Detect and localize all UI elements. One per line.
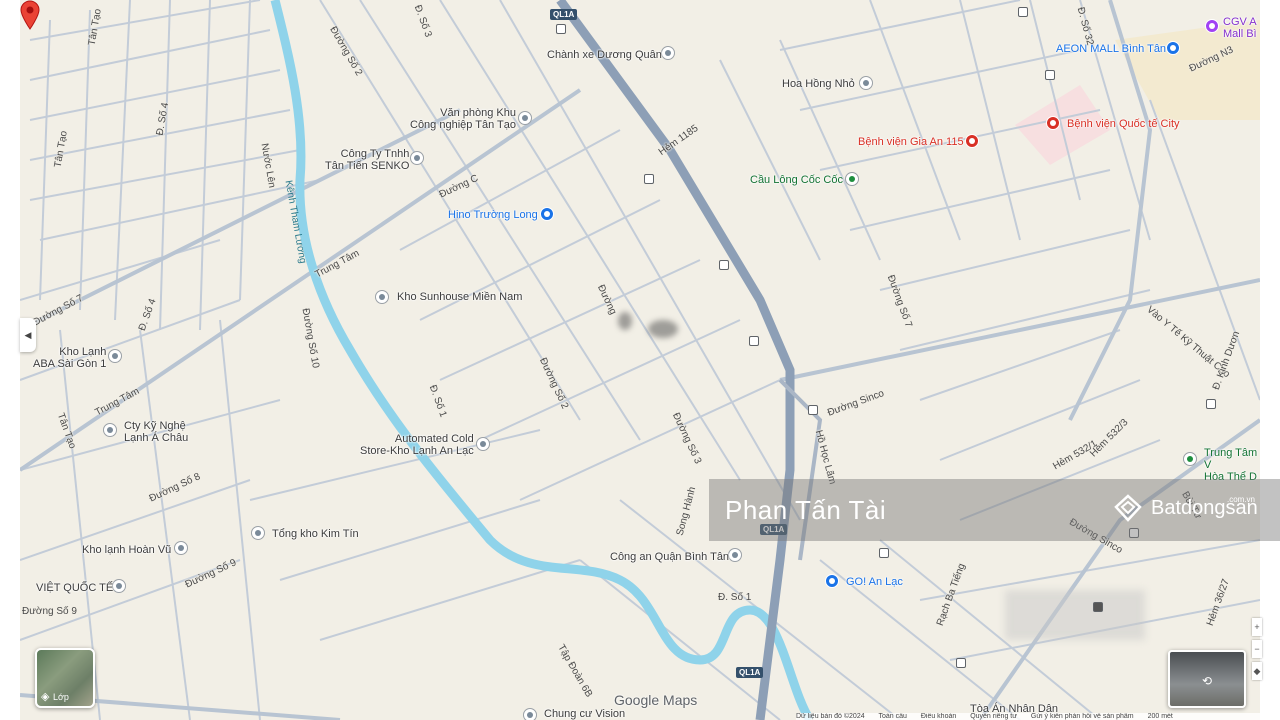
hospital-city-pin-icon[interactable] — [1046, 116, 1060, 130]
poi-cgv-label[interactable]: CGV A Mall Bì — [1223, 16, 1257, 40]
terms-link[interactable]: Điều khoản — [921, 713, 956, 720]
bus-stop-icon[interactable] — [879, 548, 889, 558]
bus-stop-icon[interactable] — [1045, 70, 1055, 80]
pegman-icon: ⟲ — [1202, 674, 1213, 688]
poi-aeon-label[interactable]: AEON MALL Bình Tân — [1056, 43, 1166, 55]
factory-pin-icon[interactable] — [103, 423, 117, 437]
bus-stop-icon[interactable] — [808, 405, 818, 415]
watermark-name: Phan Tấn Tài — [725, 495, 887, 525]
bus-stop-icon[interactable] — [956, 658, 966, 668]
layers-icon: ◈ — [41, 691, 50, 703]
lock-pin-icon[interactable] — [540, 207, 554, 221]
poi-chanh-xe-label[interactable]: Chành xe Dương Quân — [547, 49, 662, 61]
poi-a-chau-text: Cty Kỹ Nghệ Lạnh Á Châu — [124, 420, 189, 444]
bus-stop-pin-icon[interactable] — [661, 46, 675, 60]
poi-hoan-vu-label[interactable]: Kho lạnh Hoàn Vũ — [82, 544, 171, 556]
sports-pin-icon[interactable] — [845, 172, 859, 186]
poi-cgv-text: CGV A Mall Bì — [1223, 16, 1257, 40]
poi-senko-text: Công Ty Tnhh Tân Tiến SENKO — [325, 148, 410, 172]
scale-label[interactable]: 200 mét — [1148, 713, 1173, 720]
poi-sunhouse-label[interactable]: Kho Sunhouse Miền Nam — [397, 291, 522, 303]
poi-van-phong-label[interactable]: Văn phòng Khu Công nghiệp Tân Tạo — [410, 107, 516, 131]
destination-pin-icon[interactable] — [20, 0, 40, 30]
attribution-bar: Dữ liệu bản đồ ©2024 Toàn cầu Điều khoản… — [796, 713, 1260, 720]
shopping-pin-icon[interactable] — [1166, 41, 1180, 55]
zoom-in-button[interactable]: + — [1252, 618, 1262, 636]
road-label: Đường Số 9 — [22, 606, 77, 617]
bus-stop-icon[interactable] — [1206, 399, 1216, 409]
depot-pin-icon[interactable] — [251, 526, 265, 540]
layers-label: Lớp — [53, 692, 69, 702]
poi-van-phong-text: Văn phòng Khu Công nghiệp Tân Tạo — [410, 107, 517, 131]
cold-storage-pin-icon[interactable] — [108, 349, 122, 363]
poi-viet-quoc-te-label[interactable]: VIỆT QUỐC TẾ — [36, 582, 113, 594]
privacy-link[interactable]: Quyền riêng tư — [970, 713, 1017, 720]
global-link[interactable]: Toàn cầu — [878, 713, 906, 720]
poi-aba-label[interactable]: Kho Lạnh ABA Sài Gòn 1 — [33, 346, 106, 370]
bus-stop-icon[interactable] — [644, 174, 654, 184]
layers-button[interactable]: ◈ Lớp — [35, 648, 95, 708]
cart-pin-icon[interactable] — [825, 574, 839, 588]
cinema-pin-icon[interactable] — [1205, 19, 1219, 33]
place-pin-icon[interactable] — [859, 76, 873, 90]
blurred-area — [1005, 590, 1145, 640]
poi-senko-label[interactable]: Công Ty Tnhh Tân Tiến SENKO — [325, 148, 409, 172]
blurred-marker — [648, 320, 678, 338]
poi-trung-tam-text: Trung Tâm V Hòa Thể D — [1204, 447, 1258, 483]
highway-shield: QL1A — [736, 667, 764, 678]
batdongsan-logo-icon — [1114, 494, 1142, 522]
poi-hino-label[interactable]: Hino Trường Long — [448, 209, 538, 221]
poi-a-chau-label[interactable]: Cty Kỹ Nghệ Lạnh Á Châu — [124, 420, 188, 444]
poi-cong-an-label[interactable]: Công an Quận Bình Tân — [610, 551, 729, 563]
bus-stop-icon[interactable] — [556, 24, 566, 34]
poi-aba-text: Kho Lạnh ABA Sài Gòn 1 — [33, 346, 107, 370]
map-data-credit: Dữ liệu bản đồ ©2024 — [796, 713, 865, 720]
poi-hoa-hong-nho-label[interactable]: Hoa Hồng Nhỏ — [782, 78, 855, 90]
hospital-pin-icon[interactable] — [965, 134, 979, 148]
bus-stop-icon[interactable] — [1018, 7, 1028, 17]
apartment-pin-icon[interactable] — [523, 708, 537, 720]
poi-gia-an-label[interactable]: Bệnh viện Gia An 115 — [858, 136, 964, 148]
bus-stop-icon[interactable] — [719, 260, 729, 270]
warehouse-pin-icon[interactable] — [375, 290, 389, 304]
right-margin — [1260, 0, 1280, 720]
bus-stop-icon[interactable] — [749, 336, 759, 346]
poi-trung-tam-label[interactable]: Trung Tâm V Hòa Thể D — [1204, 447, 1260, 483]
poi-automated-label[interactable]: Automated Cold Store-Kho Lạnh An Lạc — [360, 433, 474, 457]
google-maps-logo: Google Maps — [614, 692, 698, 708]
police-pin-icon[interactable] — [728, 548, 742, 562]
cold-hoan-vu-pin-icon[interactable] — [174, 541, 188, 555]
zoom-out-button[interactable]: − — [1252, 640, 1262, 658]
collapse-panel-button[interactable]: ◀ — [20, 318, 36, 352]
poi-go-an-lac-label[interactable]: GO! An Lạc — [846, 576, 903, 588]
poi-kim-tin-label[interactable]: Tổng kho Kim Tín — [272, 528, 359, 540]
street-view-thumbnail[interactable]: ⟲ — [1168, 650, 1246, 708]
sport-center-pin-icon[interactable] — [1183, 452, 1197, 466]
poi-cau-long-label[interactable]: Cầu Lông Cốc Cốc — [750, 174, 843, 186]
company-pin-icon[interactable] — [410, 151, 424, 165]
school-pin-icon[interactable] — [112, 579, 126, 593]
bus-stop-icon[interactable] — [1093, 602, 1103, 612]
poi-chung-cu-label[interactable]: Chung cư Vision — [544, 708, 625, 720]
compass-button[interactable]: ◆ — [1252, 662, 1262, 680]
blurred-marker — [618, 312, 632, 330]
poi-automated-text: Automated Cold Store-Kho Lạnh An Lạc — [360, 433, 474, 457]
watermark-banner: Phan Tấn Tài Batdongsan .com.vn — [709, 479, 1280, 541]
office-pin-icon[interactable] — [518, 111, 532, 125]
watermark-brand-sub: .com.vn — [1227, 495, 1256, 504]
highway-shield: QL1A — [550, 9, 578, 20]
feedback-link[interactable]: Gửi ý kiến phản hồi về sản phẩm — [1031, 713, 1134, 720]
road-label: Đ. Số 1 — [718, 592, 752, 603]
poi-city-label[interactable]: Bệnh viện Quốc tế City — [1067, 118, 1180, 130]
cold-store-pin-icon[interactable] — [476, 437, 490, 451]
chevron-left-icon: ◀ — [24, 330, 32, 340]
map-canvas[interactable]: Chành xe Dương Quân Hoa Hồng Nhỏ Văn phò… — [20, 0, 1260, 720]
